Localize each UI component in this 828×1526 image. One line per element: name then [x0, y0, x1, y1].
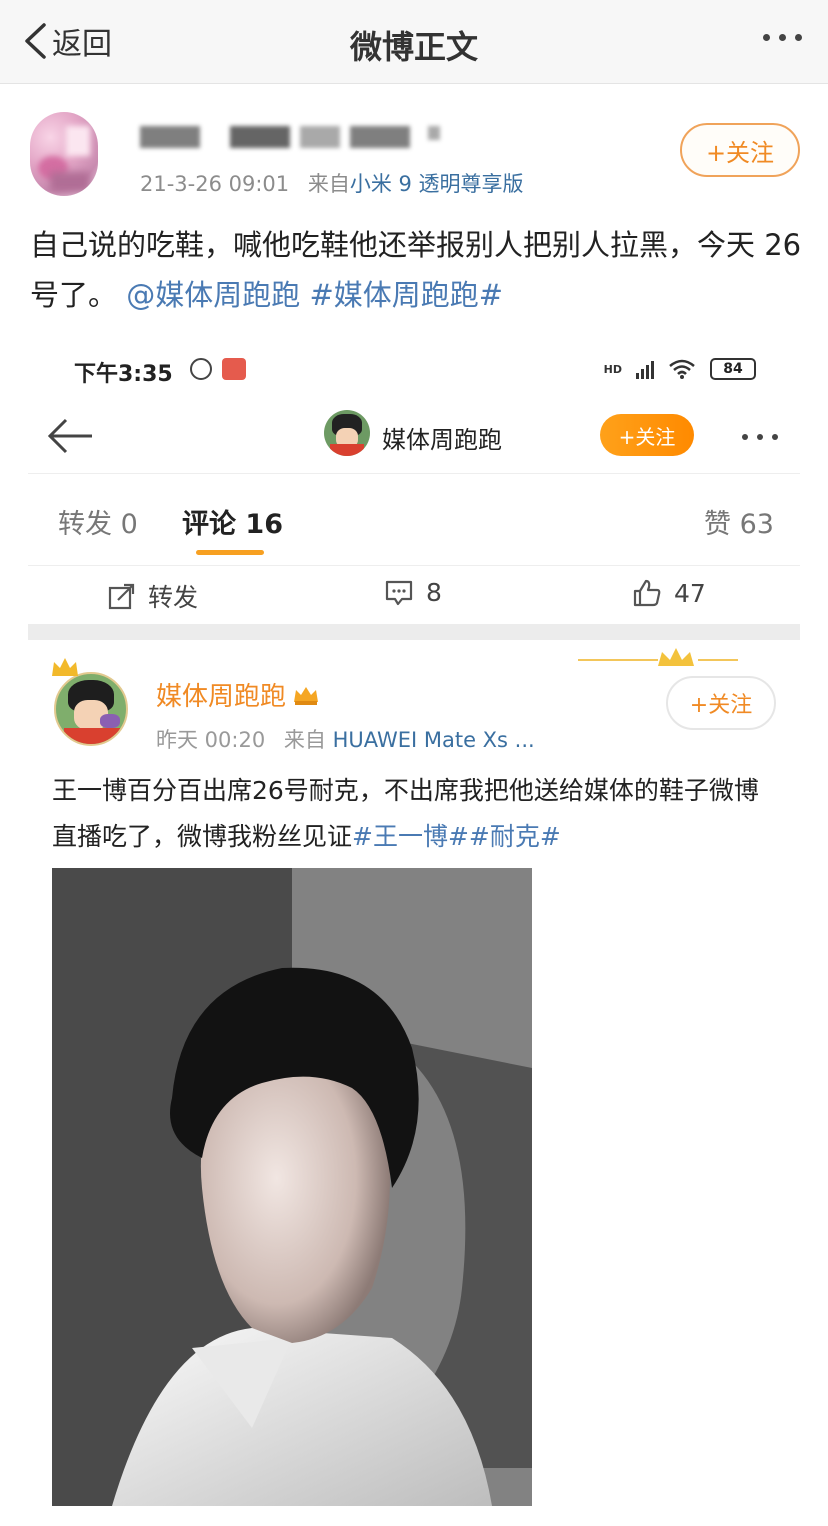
inner-nav-bar: 媒体周跑跑 +关注	[28, 402, 800, 474]
battery-icon: 84	[710, 358, 756, 380]
thumbs-up-icon	[633, 579, 661, 607]
top-nav-bar: 返回 微博正文	[0, 0, 828, 84]
hd-icon: HD	[603, 362, 622, 376]
post-body: 自己说的吃鞋，喊他吃鞋他还举报别人把别人拉黑，今天 26 号了。 @媒体周跑跑 …	[30, 220, 810, 320]
alarm-icon	[190, 358, 212, 380]
status-right-icons: HD 84	[604, 358, 756, 380]
repost-action[interactable]: 转发	[108, 578, 198, 614]
comment-avatar[interactable]	[54, 672, 128, 746]
inner-more-icon[interactable]	[742, 434, 778, 440]
embedded-screenshot[interactable]: 下午3:35 HD 84 媒体周跑跑 +关注 转发 0 评论 16 赞 63 转…	[28, 340, 800, 1526]
mention-link[interactable]: @媒体周跑跑	[126, 278, 300, 312]
comment-icon	[385, 580, 413, 605]
comment-source[interactable]: HUAWEI Mate Xs ...	[333, 728, 535, 752]
username-redacted[interactable]	[140, 120, 440, 154]
comment-time: 昨天 00:20	[156, 728, 266, 752]
signal-icon	[636, 359, 654, 379]
wifi-icon	[669, 359, 695, 379]
app-notification-icon	[222, 358, 246, 380]
tab-active-indicator	[196, 550, 264, 555]
hashtag-link-1[interactable]: #王一博#	[352, 822, 469, 851]
quoted-post: 媒体周跑跑 昨天 00:20 来自 HUAWEI Mate Xs ... +关注…	[28, 640, 800, 1526]
inner-avatar[interactable]	[324, 410, 370, 456]
action-bar: 转发 8 47	[28, 566, 800, 624]
comment-follow-button[interactable]: +关注	[666, 676, 776, 730]
comment-action[interactable]: 8	[384, 578, 442, 607]
status-left-icons	[190, 358, 246, 380]
status-bar: 下午3:35 HD 84	[28, 340, 800, 402]
quoted-text: 王一博百分百出席26号耐克，不出席我把他送给媒体的鞋子微博直播吃了，微博我粉丝见…	[52, 768, 782, 860]
comment-meta: 昨天 00:20 来自 HUAWEI Mate Xs ...	[156, 724, 535, 754]
avatar[interactable]	[30, 112, 98, 196]
hashtag-link-2[interactable]: #耐克#	[469, 822, 561, 851]
like-count: 47	[674, 578, 706, 608]
source-prefix: 来自	[307, 172, 350, 196]
comment-source-prefix: 来自	[283, 728, 326, 752]
stats-tabs: 转发 0 评论 16 赞 63	[28, 476, 800, 566]
comment-username-row[interactable]: 媒体周跑跑	[156, 676, 320, 713]
portrait-illustration	[52, 868, 532, 1506]
tab-comments[interactable]: 评论 16	[182, 502, 283, 541]
comment-count: 8	[426, 578, 442, 607]
post-meta: 21-3-26 09:01 来自小米 9 透明尊享版	[140, 168, 524, 198]
tab-repost[interactable]: 转发 0	[58, 502, 138, 541]
follow-button[interactable]: +关注	[680, 123, 800, 177]
post-timestamp: 21-3-26 09:01	[140, 172, 290, 196]
arrow-left-icon[interactable]	[46, 416, 96, 456]
crown-icon	[52, 658, 78, 676]
portrait-photo[interactable]	[52, 868, 532, 1506]
tab-likes[interactable]: 赞 63	[704, 502, 774, 541]
share-icon	[108, 583, 135, 610]
inner-username[interactable]: 媒体周跑跑	[382, 420, 502, 455]
more-options-icon[interactable]	[763, 34, 802, 41]
divider	[28, 624, 800, 640]
repost-label: 转发	[148, 583, 199, 612]
post-source[interactable]: 小米 9 透明尊享版	[350, 172, 524, 196]
status-time: 下午3:35	[74, 362, 173, 387]
page-title: 微博正文	[349, 28, 478, 66]
comment-username[interactable]: 媒体周跑跑	[156, 676, 286, 713]
vip-crown-icon	[294, 686, 319, 705]
crown-decoration-icon	[578, 648, 738, 666]
hashtag-link[interactable]: #媒体周跑跑#	[309, 278, 503, 312]
like-action[interactable]: 47	[632, 578, 706, 608]
inner-follow-button[interactable]: +关注	[600, 414, 694, 456]
